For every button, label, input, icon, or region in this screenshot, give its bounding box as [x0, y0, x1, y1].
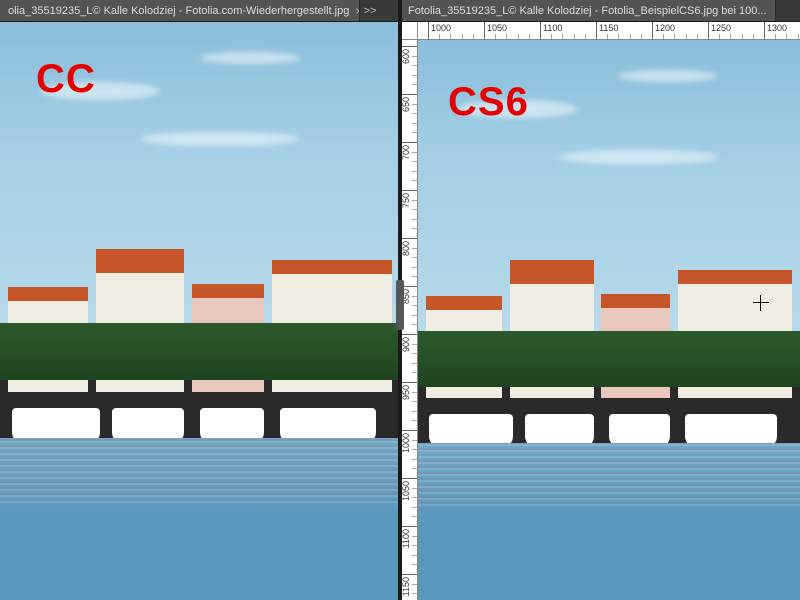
- ruler-v-tick: 750: [400, 190, 417, 191]
- ruler-v-tick: 1150: [400, 574, 417, 575]
- ruler-h-tick: [764, 22, 765, 39]
- canvas-right[interactable]: CS6: [418, 40, 800, 600]
- ruler-h-tick: [540, 22, 541, 39]
- document-pane-right: Fotolia_35519235_L© Kalle Kolodziej - Fo…: [400, 0, 800, 600]
- ruler-v-tick: 950: [400, 382, 417, 383]
- ruler-h-tick: [652, 22, 653, 39]
- tab-title: Fotolia_35519235_L© Kalle Kolodziej - Fo…: [408, 5, 767, 17]
- canvas-left[interactable]: CC: [0, 22, 400, 600]
- version-label-left: CC: [36, 57, 96, 102]
- tab-title: olia_35519235_L© Kalle Kolodziej - Fotol…: [8, 5, 349, 17]
- ruler-v-tick: 900: [400, 334, 417, 335]
- ruler-h-tick: [596, 22, 597, 39]
- ruler-v-tick: 1050: [400, 478, 417, 479]
- ruler-v-tick: 800: [400, 238, 417, 239]
- ruler-h-tick: [484, 22, 485, 39]
- ruler-origin[interactable]: [400, 22, 418, 40]
- tab-bar-left: olia_35519235_L© Kalle Kolodziej - Fotol…: [0, 0, 400, 22]
- ruler-v-tick: 1100: [400, 526, 417, 527]
- image-content-left: [0, 22, 400, 600]
- document-tab-right[interactable]: Fotolia_35519235_L© Kalle Kolodziej - Fo…: [400, 0, 776, 21]
- ruler-v-tick: 700: [400, 142, 417, 143]
- ruler-h-tick: [428, 22, 429, 39]
- document-pane-left: olia_35519235_L© Kalle Kolodziej - Fotol…: [0, 0, 400, 600]
- ruler-horizontal[interactable]: [418, 22, 800, 40]
- chevron-right-icon: >>: [364, 5, 377, 17]
- pane-divider[interactable]: [398, 0, 402, 600]
- version-label-right: CS6: [448, 80, 529, 125]
- ruler-v-tick: 600: [400, 46, 417, 47]
- document-tab-left[interactable]: olia_35519235_L© Kalle Kolodziej - Fotol…: [0, 0, 360, 21]
- ruler-v-tick: 650: [400, 94, 417, 95]
- tab-bar-right: Fotolia_35519235_L© Kalle Kolodziej - Fo…: [400, 0, 800, 22]
- ruler-h-tick: [708, 22, 709, 39]
- ruler-v-tick: 1000: [400, 430, 417, 431]
- tab-overflow-button[interactable]: >>: [360, 0, 380, 21]
